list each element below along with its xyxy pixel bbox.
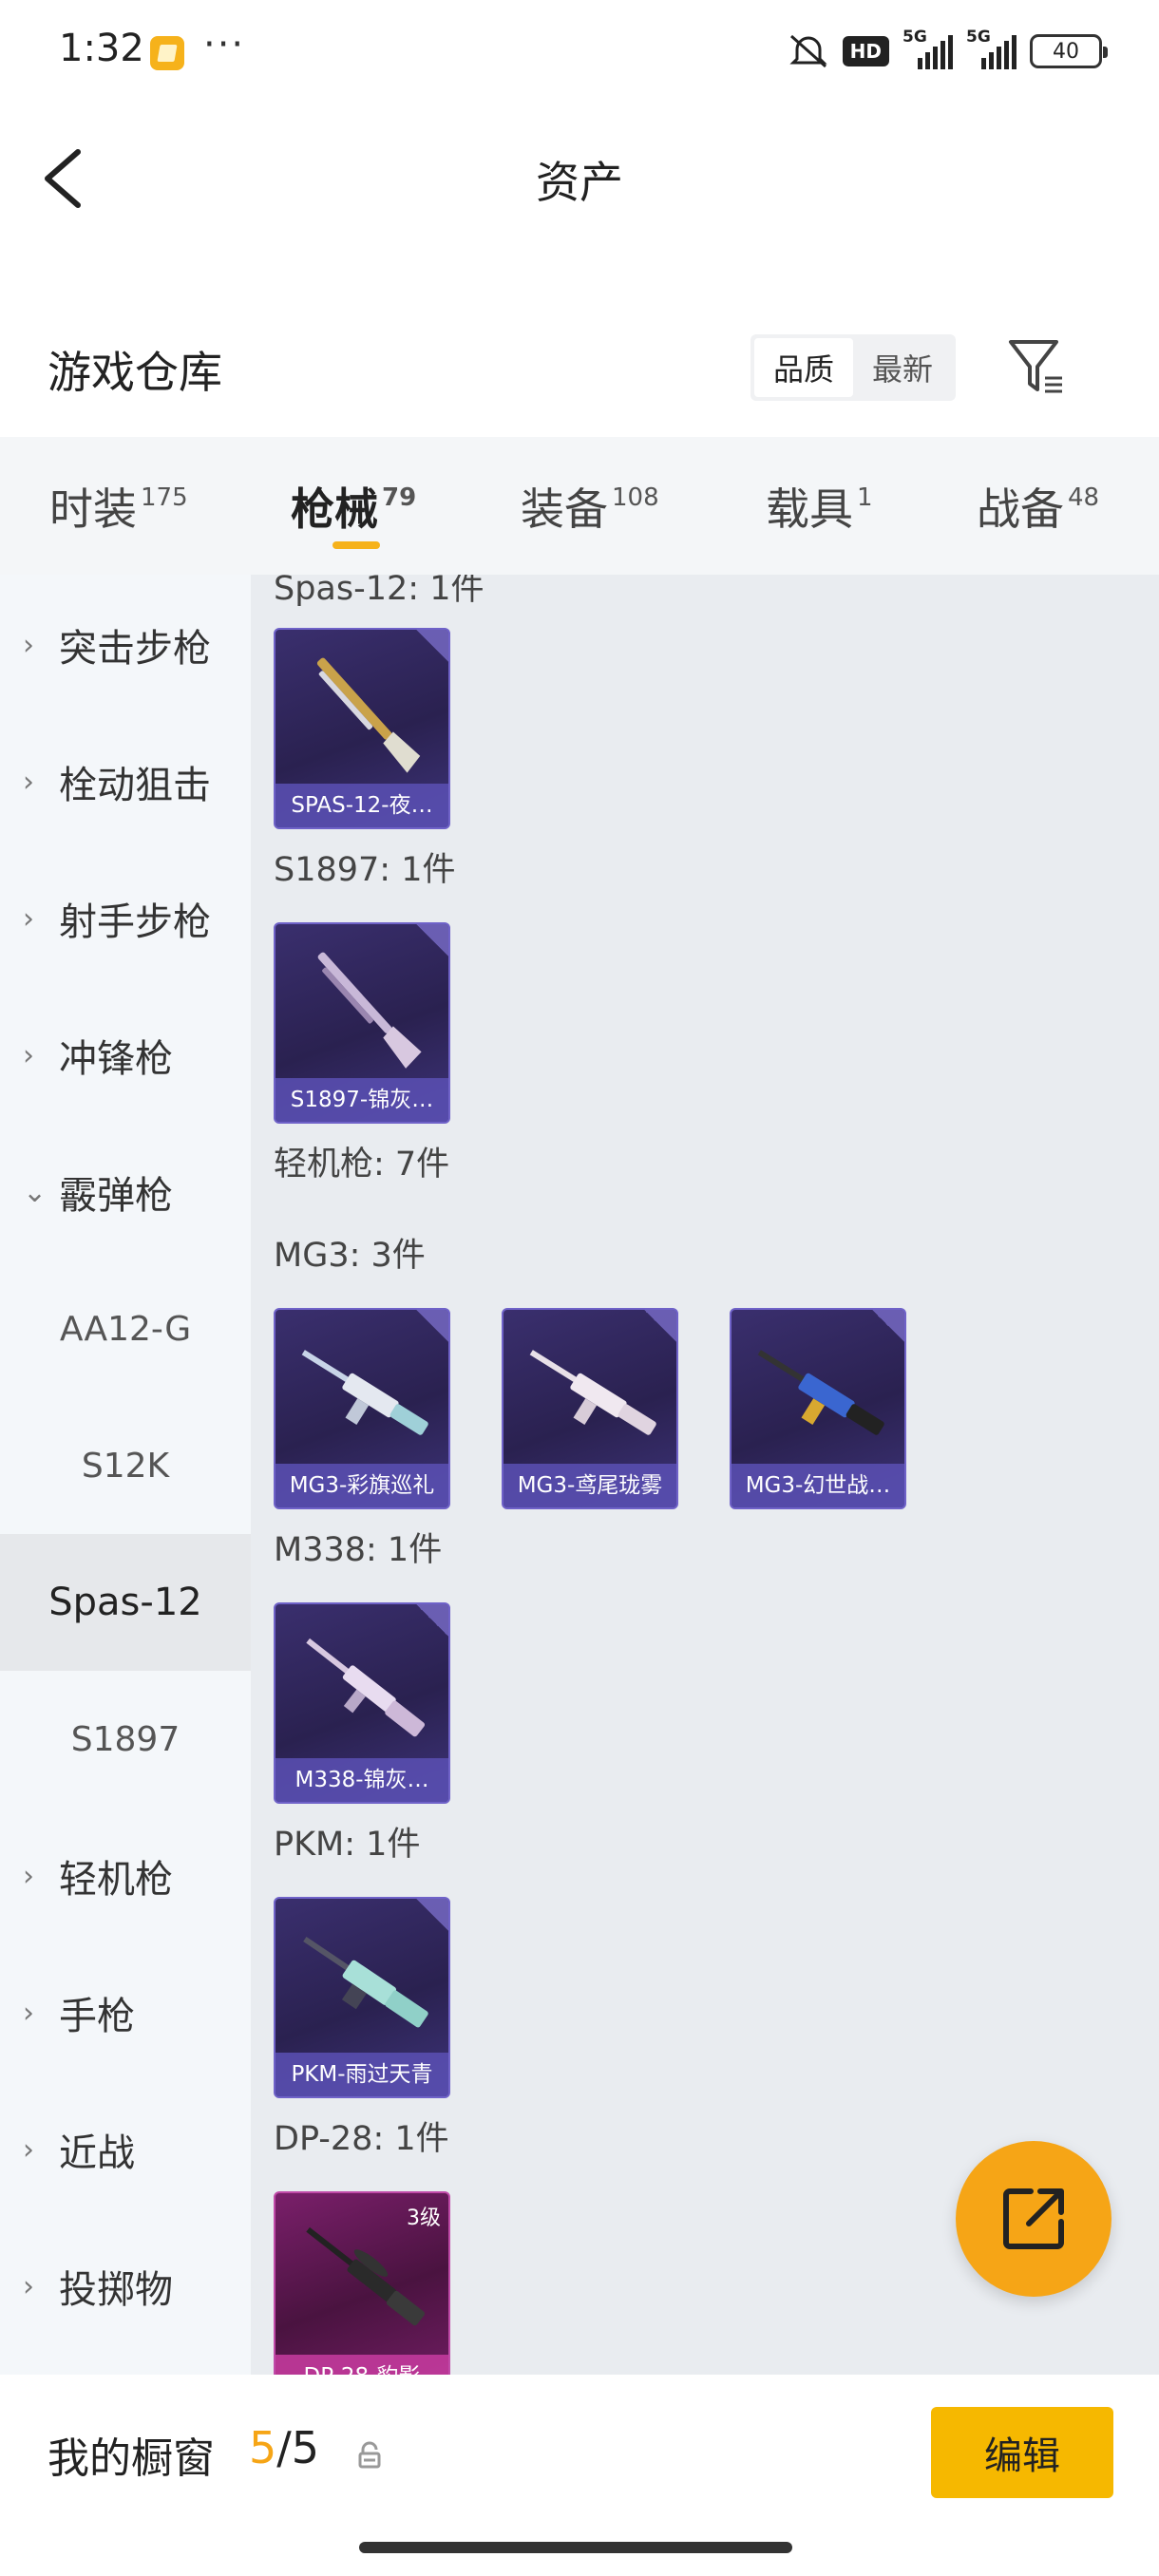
edit-button[interactable]: 编辑 — [931, 2407, 1113, 2498]
card-name: DP-28-豹影 — [276, 2355, 448, 2375]
mute-icon — [789, 34, 827, 68]
group-label: Spas-12: 1件 — [274, 575, 484, 608]
sidebar-subitem-s12k[interactable]: S12K — [0, 1397, 251, 1534]
sort-toggle: 品质 最新 — [750, 334, 956, 401]
sort-by-quality[interactable]: 品质 — [754, 338, 853, 397]
weapon-card[interactable]: MG3-幻世战… — [730, 1308, 906, 1509]
tab-supplies[interactable]: 战备 48 — [977, 475, 1099, 538]
card-name: M338-锦灰… — [276, 1758, 448, 1802]
machine-gun-icon — [301, 1350, 428, 1435]
sidebar-item-lmg[interactable]: › 轻机枪 — [0, 1808, 251, 1944]
tab-equipment[interactable]: 装备 108 — [521, 475, 659, 538]
machine-gun-icon — [529, 1350, 656, 1435]
group-label: MG3: 3件 — [274, 1237, 426, 1275]
sidebar-subitem-s1897[interactable]: S1897 — [0, 1671, 251, 1808]
weapon-list: Spas-12: 1件 SPAS-12-夜… S1897: 1件 S1897-锦… — [251, 575, 1159, 2375]
sort-by-latest[interactable]: 最新 — [853, 338, 952, 397]
sidebar-item-bolt-sniper[interactable]: › 栓动狙击 — [0, 713, 251, 850]
showcase-label: 我的橱窗 — [48, 2434, 215, 2483]
tab-active-indicator — [332, 541, 380, 549]
weapon-card[interactable]: S1897-锦灰… — [274, 922, 450, 1124]
card-name: MG3-彩旗巡礼 — [276, 1464, 448, 1507]
machine-gun-icon — [757, 1350, 884, 1435]
sidebar-item-marksman-rifle[interactable]: › 射手步枪 — [0, 850, 251, 987]
group-label: PKM: 1件 — [274, 1826, 421, 1864]
shotgun-icon — [317, 952, 422, 1069]
share-icon — [1003, 2188, 1064, 2249]
section-title: 游戏仓库 — [48, 347, 222, 398]
rifle-icon — [306, 1638, 426, 1737]
lock-icon — [358, 2441, 381, 2469]
sidebar-item-throwable[interactable]: › 投掷物 — [0, 2218, 251, 2355]
status-bar: 1:32 ··· HD 5G 5G 40 — [0, 0, 1159, 104]
weapon-card[interactable]: MG3-彩旗巡礼 — [274, 1308, 450, 1509]
machine-gun-icon — [303, 1936, 428, 2028]
notification-app-icon — [150, 36, 184, 70]
weapon-card[interactable]: 3级 DP-28-豹影 — [274, 2191, 450, 2375]
chevron-right-icon: › — [23, 628, 34, 662]
card-name: S1897-锦灰… — [276, 1078, 448, 1122]
tab-firearms[interactable]: 枪械 79 — [291, 475, 416, 538]
weapon-card[interactable]: SPAS-12-夜… — [274, 628, 450, 829]
chevron-right-icon: › — [23, 901, 34, 936]
card-name: MG3-幻世战… — [732, 1464, 904, 1507]
chevron-right-icon: › — [23, 2269, 34, 2303]
sidebar-subitem-spas12[interactable]: Spas-12 — [0, 1534, 251, 1671]
status-indicators: HD 5G 5G 40 — [788, 28, 1108, 72]
showcase-bar: 我的橱窗 5/5 编辑 — [0, 2375, 1159, 2576]
shotgun-icon — [316, 657, 421, 773]
weapon-card[interactable]: M338-锦灰… — [274, 1602, 450, 1804]
card-name: PKM-雨过天青 — [276, 2053, 448, 2096]
chevron-right-icon: › — [23, 1996, 34, 2030]
chevron-right-icon: › — [23, 1038, 34, 1072]
weapon-card[interactable]: PKM-雨过天青 — [274, 1897, 450, 2098]
status-time: 1:32 — [59, 27, 144, 70]
sidebar-subitem-aa12g[interactable]: AA12-G — [0, 1260, 251, 1397]
chevron-right-icon: › — [23, 765, 34, 799]
hd-badge: HD — [842, 36, 889, 66]
sidebar-item-smg[interactable]: › 冲锋枪 — [0, 987, 251, 1124]
group-label: S1897: 1件 — [274, 851, 456, 889]
chevron-right-icon: › — [23, 2132, 34, 2167]
share-button[interactable] — [956, 2141, 1112, 2297]
chevron-down-icon: ⌄ — [23, 1175, 48, 1209]
sidebar-item-melee[interactable]: › 近战 — [0, 2081, 251, 2218]
group-label: DP-28: 1件 — [274, 2120, 449, 2158]
sidebar-item-shotgun[interactable]: ⌄ 霰弹枪 — [0, 1124, 251, 1260]
home-indicator[interactable] — [359, 2542, 792, 2553]
battery-icon: 40 — [1030, 34, 1108, 68]
more-notifications-icon: ··· — [203, 23, 246, 66]
tab-vehicles[interactable]: 载具 1 — [766, 475, 873, 538]
tab-fashion[interactable]: 时装 175 — [49, 475, 188, 538]
category-tabs: 时装 175 枪械 79 装备 108 载具 1 战备 48 — [0, 437, 1159, 575]
page-title: 资产 — [536, 157, 623, 208]
weapon-category-sidebar: › 突击步枪 › 栓动狙击 › 射手步枪 › 冲锋枪 ⌄ 霰弹枪 AA12-G S12K … — [0, 575, 251, 2375]
card-name: MG3-鸢尾珑雾 — [504, 1464, 676, 1507]
signal-icon: 5G — [902, 28, 953, 69]
card-name: SPAS-12-夜… — [276, 784, 448, 827]
weapon-card[interactable]: MG3-鸢尾珑雾 — [502, 1308, 678, 1509]
chevron-right-icon: › — [23, 1859, 34, 1893]
sidebar-item-pistol[interactable]: › 手枪 — [0, 1944, 251, 2081]
signal-icon-2: 5G — [966, 28, 1016, 69]
group-label: 轻机枪: 7件 — [274, 1146, 450, 1184]
machine-gun-icon — [306, 2226, 426, 2326]
sidebar-item-assault-rifle[interactable]: › 突击步枪 — [0, 577, 251, 713]
group-label: M338: 1件 — [274, 1531, 443, 1569]
filter-icon[interactable] — [1003, 332, 1070, 399]
showcase-count: 5/5 — [249, 2422, 320, 2473]
